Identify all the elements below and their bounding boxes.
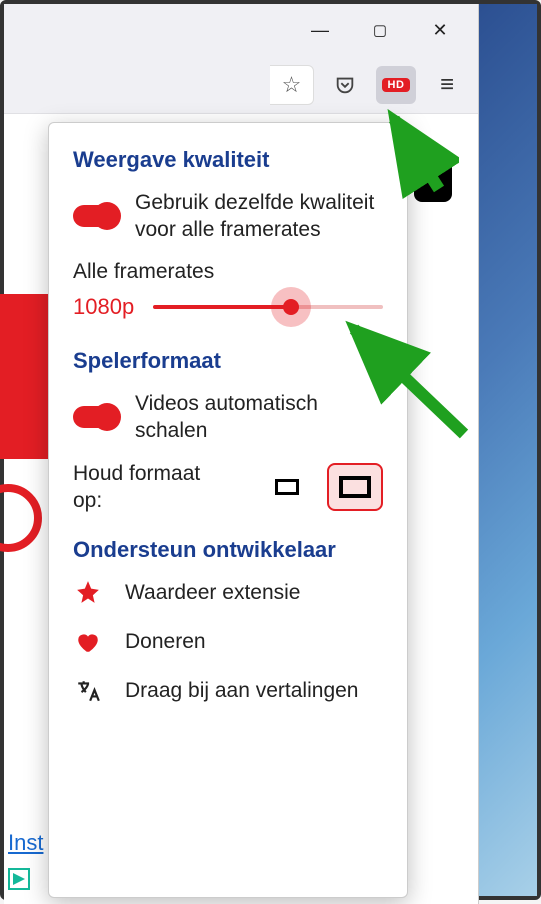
translate-icon <box>73 678 103 704</box>
hamburger-menu-button[interactable]: ≡ <box>430 68 464 102</box>
rate-extension-label: Waardeer extensie <box>125 579 300 606</box>
extension-popup: Weergave kwaliteit Gebruik dezelfde kwal… <box>48 122 408 898</box>
rate-extension-item[interactable]: Waardeer extensie <box>73 579 383 606</box>
hamburger-icon: ≡ <box>440 71 454 99</box>
autoscale-toggle[interactable] <box>73 406 119 428</box>
hd-badge-icon: HD <box>382 78 411 92</box>
translate-label: Draag bij aan vertalingen <box>125 677 358 704</box>
page-red-block <box>0 294 49 459</box>
framerates-value: 1080p <box>73 294 139 320</box>
format-small-button[interactable] <box>259 463 315 511</box>
titlebar: — ▢ ✕ <box>4 4 478 56</box>
framerates-label: Alle framerates <box>73 260 383 284</box>
format-large-icon <box>339 476 371 498</box>
slider-thumb[interactable] <box>271 287 311 327</box>
hd-extension-button[interactable]: HD <box>376 66 416 104</box>
keep-format-row: Houd formaat op: <box>73 460 383 515</box>
format-small-icon <box>275 479 299 495</box>
section-support-title: Ondersteun ontwikkelaar <box>73 537 383 563</box>
section-player-title: Spelerformaat <box>73 348 383 374</box>
page-link[interactable]: Inst <box>8 830 43 856</box>
translate-item[interactable]: Draag bij aan vertalingen <box>73 677 383 704</box>
autoscale-toggle-label: Videos automatisch schalen <box>135 390 383 445</box>
format-options <box>259 463 383 511</box>
star-filled-icon <box>73 579 103 605</box>
format-large-button[interactable] <box>327 463 383 511</box>
section-quality-title: Weergave kwaliteit <box>73 147 383 173</box>
ad-badge <box>8 868 30 890</box>
minimize-button[interactable]: — <box>290 8 350 52</box>
autoscale-toggle-row: Videos automatisch schalen <box>73 390 383 445</box>
same-quality-toggle-label: Gebruik dezelfde kwaliteit voor alle fra… <box>135 189 383 244</box>
framerates-slider[interactable] <box>153 305 383 309</box>
framerates-slider-row: 1080p <box>73 294 383 320</box>
browser-toolbar: ☆ HD ≡ <box>4 56 478 114</box>
close-button[interactable]: ✕ <box>410 8 470 52</box>
maximize-button[interactable]: ▢ <box>350 8 410 52</box>
pocket-icon <box>334 74 356 96</box>
bookmark-star-button[interactable]: ☆ <box>270 65 314 105</box>
keep-format-label: Houd formaat op: <box>73 460 223 515</box>
page-black-pill: s <box>414 154 452 202</box>
heart-icon <box>73 629 103 655</box>
donate-item[interactable]: Doneren <box>73 628 383 655</box>
same-quality-toggle[interactable] <box>73 205 119 227</box>
donate-label: Doneren <box>125 628 206 655</box>
pocket-button[interactable] <box>328 68 362 102</box>
quality-toggle-row: Gebruik dezelfde kwaliteit voor alle fra… <box>73 189 383 244</box>
page-red-circle <box>0 484 42 552</box>
star-icon: ☆ <box>282 72 302 98</box>
